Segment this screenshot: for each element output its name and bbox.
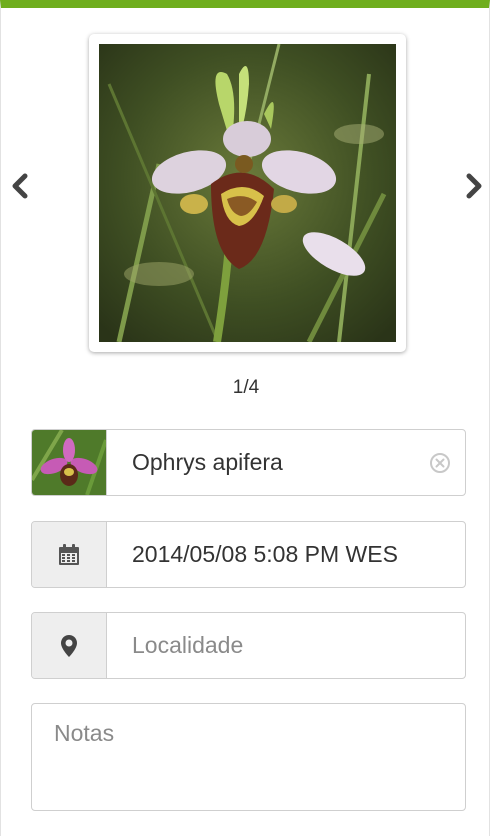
species-thumbnail	[32, 430, 108, 495]
calendar-icon	[59, 543, 79, 565]
next-photo-button[interactable]	[459, 166, 489, 206]
previous-photo-button[interactable]	[5, 166, 35, 206]
record-form: 1/4 Ophrys apifera 2014/05/08 5:08 PM WE…	[0, 0, 490, 836]
map-marker-icon	[61, 634, 77, 657]
clear-species-button[interactable]	[415, 430, 465, 495]
chevron-right-icon	[466, 173, 482, 199]
location-field[interactable]: Localidade	[31, 612, 466, 679]
photo-slide[interactable]	[89, 34, 406, 352]
date-field[interactable]: 2014/05/08 5:08 PM WES	[31, 521, 466, 588]
notes-textarea[interactable]: Notas	[31, 703, 466, 811]
location-addon	[32, 613, 107, 678]
photo-counter: 1/4	[232, 377, 260, 398]
species-value[interactable]: Ophrys apifera	[107, 430, 415, 495]
clear-circle-icon	[430, 452, 450, 473]
orchid-photo	[99, 44, 396, 342]
chevron-left-icon	[12, 173, 28, 199]
location-input[interactable]: Localidade	[107, 613, 465, 678]
date-value[interactable]: 2014/05/08 5:08 PM WES	[107, 522, 465, 587]
date-addon	[32, 522, 107, 587]
species-field[interactable]: Ophrys apifera	[31, 429, 466, 496]
